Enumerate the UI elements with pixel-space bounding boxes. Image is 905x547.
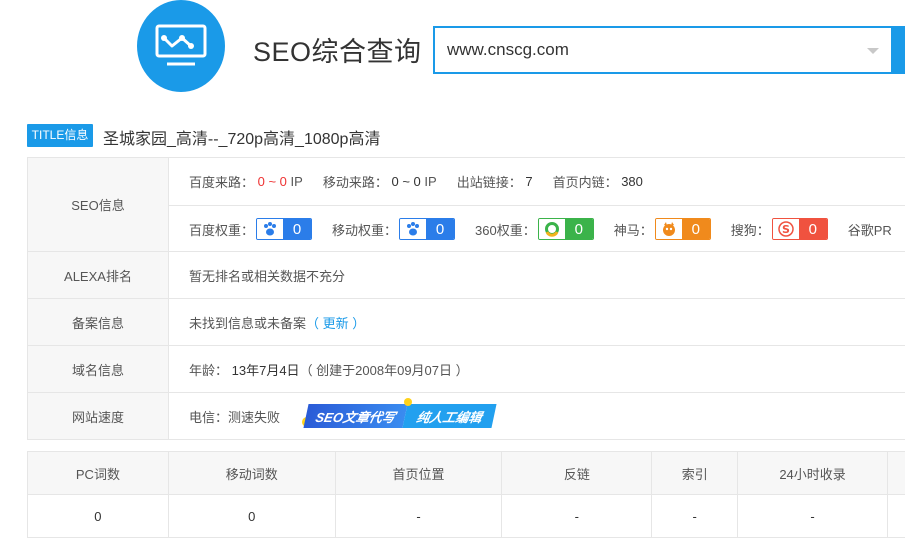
- weight-360-badge[interactable]: 0: [537, 218, 594, 240]
- stats-index-value: -: [651, 494, 739, 538]
- baidu-source-value[interactable]: 0 ~ 0: [258, 174, 287, 189]
- svg-text:S: S: [782, 223, 790, 236]
- baidu-weight-badge[interactable]: 0: [256, 218, 313, 240]
- shenma-weight-badge[interactable]: 0: [654, 218, 711, 240]
- weight-360: 360权重： 0: [475, 218, 594, 240]
- seo-info-table: SEO信息 百度来路： 0 ~ 0 IP 移动来路： 0 ~ 0 IP 出站链接…: [27, 157, 905, 440]
- sogou-s-icon: S: [772, 219, 799, 239]
- stats-mobile-words-value[interactable]: 0: [167, 494, 336, 538]
- google-pr: 谷歌PR: [847, 222, 892, 238]
- chart-monitor-icon: [155, 24, 207, 66]
- title-info-badge: TITLE信息: [27, 124, 93, 147]
- baidu-source: 百度来路： 0 ~ 0 IP: [189, 174, 303, 190]
- ring-360-icon: [538, 219, 565, 239]
- mobile-weight: 移动权重： 0: [332, 218, 456, 240]
- stats-24h-indexed-value: -: [737, 494, 888, 538]
- domain-label: 域名信息: [28, 346, 169, 392]
- search-button[interactable]: [891, 26, 905, 74]
- icp-row: 备案信息 未找到信息或未备案 （ 更新 ）: [27, 299, 905, 346]
- homepage-inbound-value[interactable]: 380: [621, 174, 643, 189]
- keyword-stats-table: PC词数 移动词数 首页位置 反链 索引 24小时收录 0 0 - - - -: [27, 451, 905, 538]
- mobile-source-value[interactable]: 0 ~ 0: [391, 174, 420, 189]
- promo-dot: [404, 398, 413, 406]
- shenma-weight: 神马： 0: [614, 218, 711, 240]
- sogou-weight: 搜狗： S 0: [731, 218, 828, 240]
- baidu-weight: 百度权重： 0: [189, 218, 313, 240]
- alexa-label: ALEXA排名: [28, 252, 169, 298]
- alexa-value: 暂无排名或相关数据不充分: [189, 268, 346, 284]
- seo-weight-line: 百度权重： 0 移动权重： 0 360权重： 0 神马： 0 搜狗： S 0 谷…: [169, 205, 905, 252]
- mobile-source: 移动来路： 0 ~ 0 IP: [322, 174, 437, 190]
- speed-label: 网站速度: [28, 393, 169, 439]
- outbound-links-value[interactable]: 7: [525, 174, 532, 189]
- domain-search-input[interactable]: [447, 40, 847, 60]
- sogou-weight-badge[interactable]: S 0: [771, 218, 828, 240]
- stats-header-extra: [886, 451, 905, 495]
- icp-value: 未找到信息或未备案: [189, 315, 307, 331]
- icp-label: 备案信息: [28, 299, 169, 345]
- table-row: 0 0 - - - -: [27, 494, 905, 538]
- search-box[interactable]: [433, 26, 905, 74]
- site-title-text: 圣城家园_高清--_720p高清_1080p高清: [103, 131, 381, 148]
- promo-banner[interactable]: SEO文章代写 纯人工编辑: [302, 398, 498, 428]
- dropdown-arrow-icon[interactable]: [867, 48, 879, 54]
- outbound-links: 出站链接： 7: [456, 174, 533, 190]
- domain-age-label: 年龄：: [189, 362, 229, 378]
- stats-extra-cell: [886, 494, 905, 538]
- horse-icon: [655, 219, 682, 239]
- stats-pc-words-value[interactable]: 0: [27, 494, 169, 538]
- paw-icon: [257, 219, 284, 239]
- domain-created: （ 创建于2008年09月07日 ）: [299, 362, 469, 378]
- domain-age-value: 13年7月4日: [231, 362, 300, 378]
- icp-update-link[interactable]: （ 更新 ）: [306, 313, 365, 332]
- stats-header-backlinks: 反链: [501, 451, 653, 495]
- speed-value: 电信：测速失败: [189, 409, 281, 425]
- paw-icon: [400, 219, 427, 239]
- seo-info-label: SEO信息: [28, 158, 169, 251]
- seo-info-row: SEO信息 百度来路： 0 ~ 0 IP 移动来路： 0 ~ 0 IP 出站链接…: [27, 158, 905, 252]
- domain-row: 域名信息 年龄： 13年7月4日 （ 创建于2008年09月07日 ）: [27, 346, 905, 393]
- stats-home-position-value: -: [334, 494, 503, 538]
- mobile-weight-badge[interactable]: 0: [399, 218, 456, 240]
- site-logo: [137, 0, 225, 92]
- stats-header-mobile-words: 移动词数: [167, 451, 336, 495]
- page-title: SEO综合查询: [253, 37, 422, 67]
- stats-header-home-position: 首页位置: [334, 451, 503, 495]
- stats-backlinks-value: -: [501, 494, 653, 538]
- seo-traffic-line: 百度来路： 0 ~ 0 IP 移动来路： 0 ~ 0 IP 出站链接： 7 首页…: [169, 158, 905, 205]
- stats-header-index: 索引: [651, 451, 739, 495]
- stats-header-row: PC词数 移动词数 首页位置 反链 索引 24小时收录: [27, 451, 905, 495]
- promo-seo-writing[interactable]: SEO文章代写: [303, 404, 409, 428]
- stats-header-24h-indexed: 24小时收录: [737, 451, 888, 495]
- speed-row: 网站速度 电信：测速失败 SEO文章代写 纯人工编辑: [27, 393, 905, 440]
- stats-header-pc-words: PC词数: [27, 451, 169, 495]
- homepage-inbound-links: 首页内链： 380: [552, 174, 643, 190]
- promo-manual-edit[interactable]: 纯人工编辑: [402, 404, 498, 428]
- alexa-row: ALEXA排名 暂无排名或相关数据不充分: [27, 252, 905, 299]
